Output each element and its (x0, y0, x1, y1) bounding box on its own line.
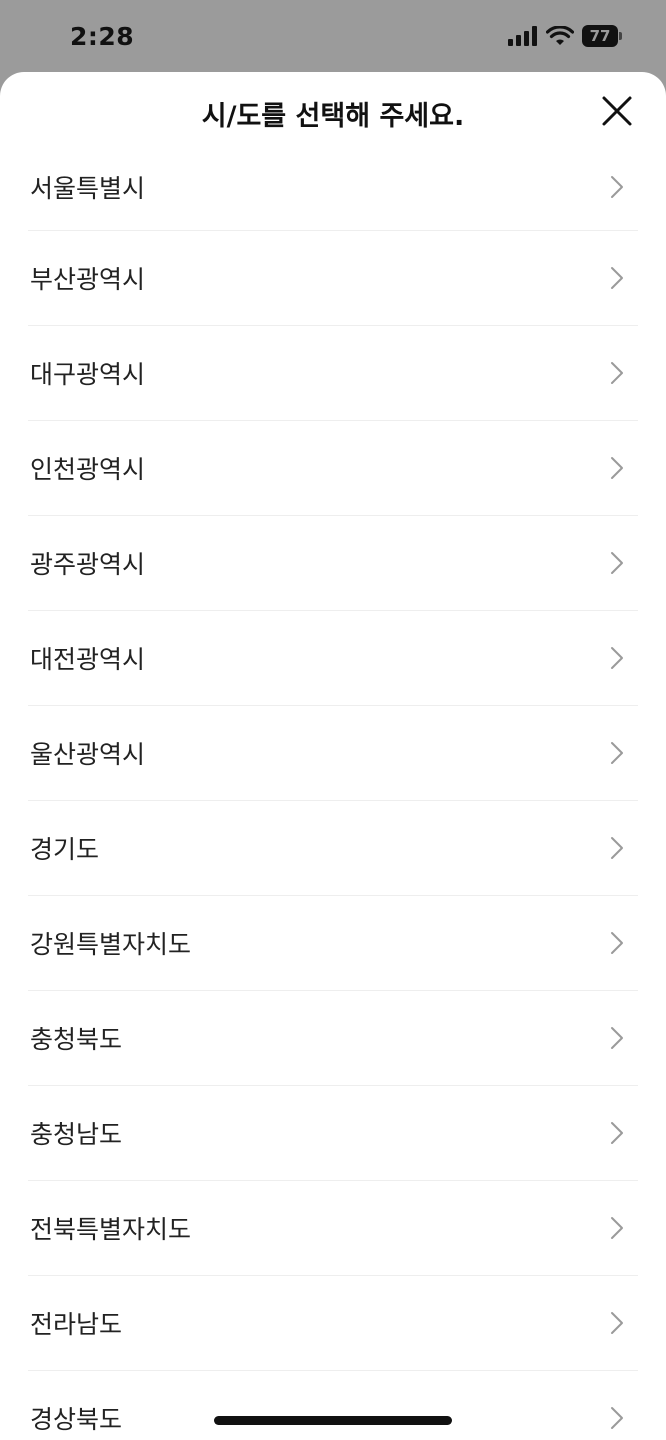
region-label: 경기도 (30, 835, 100, 864)
chevron-right-icon (611, 1407, 623, 1429)
region-item[interactable]: 부산광역시 (28, 231, 638, 326)
battery-cap (619, 32, 622, 40)
status-bar: 2:28 77 (0, 0, 666, 74)
wifi-icon (546, 26, 574, 45)
battery-level: 77 (582, 25, 618, 47)
chevron-right-icon (611, 1312, 623, 1334)
region-item[interactable]: 서울특별시 (28, 144, 638, 231)
region-item[interactable]: 울산광역시 (28, 706, 638, 801)
region-item[interactable]: 충청남도 (28, 1086, 638, 1181)
region-label: 충청남도 (30, 1120, 123, 1149)
region-label: 인천광역시 (30, 455, 146, 484)
region-item[interactable]: 대구광역시 (28, 326, 638, 421)
cellular-signal-icon (508, 26, 537, 46)
region-item[interactable]: 전라남도 (28, 1276, 638, 1371)
sheet-title: 시/도를 선택해 주세요. (201, 101, 465, 132)
chevron-right-icon (611, 647, 623, 669)
region-item[interactable]: 광주광역시 (28, 516, 638, 611)
region-label: 전북특별자치도 (30, 1215, 192, 1244)
region-label: 부산광역시 (30, 265, 146, 294)
region-select-sheet: 시/도를 선택해 주세요. 서울특별시부산광역시대구광역시인천광역시광주광역시대… (0, 72, 666, 1440)
region-label: 경상북도 (30, 1405, 123, 1434)
close-icon (602, 96, 632, 126)
region-label: 광주광역시 (30, 550, 146, 579)
region-item[interactable]: 대전광역시 (28, 611, 638, 706)
chevron-right-icon (611, 552, 623, 574)
home-indicator[interactable] (214, 1416, 452, 1425)
region-item[interactable]: 경상북도 (28, 1371, 638, 1440)
chevron-right-icon (611, 1122, 623, 1144)
chevron-right-icon (611, 362, 623, 384)
region-item[interactable]: 인천광역시 (28, 421, 638, 516)
region-label: 강원특별자치도 (30, 930, 192, 959)
region-label: 울산광역시 (30, 740, 146, 769)
region-item[interactable]: 강원특별자치도 (28, 896, 638, 991)
close-button[interactable] (600, 94, 634, 128)
region-label: 대구광역시 (30, 360, 146, 389)
battery-icon: 77 (582, 25, 622, 47)
region-label: 대전광역시 (30, 645, 146, 674)
region-label: 충청북도 (30, 1025, 123, 1054)
region-label: 전라남도 (30, 1310, 123, 1339)
chevron-right-icon (611, 1027, 623, 1049)
chevron-right-icon (611, 267, 623, 289)
region-label: 서울특별시 (30, 174, 146, 203)
chevron-right-icon (611, 1217, 623, 1239)
chevron-right-icon (611, 837, 623, 859)
chevron-right-icon (611, 457, 623, 479)
region-item[interactable]: 경기도 (28, 801, 638, 896)
sheet-header: 시/도를 선택해 주세요. (0, 72, 666, 152)
region-list: 서울특별시부산광역시대구광역시인천광역시광주광역시대전광역시울산광역시경기도강원… (0, 144, 666, 1440)
status-time: 2:28 (70, 22, 135, 51)
status-icons: 77 (508, 25, 622, 47)
chevron-right-icon (611, 932, 623, 954)
chevron-right-icon (611, 176, 623, 198)
chevron-right-icon (611, 742, 623, 764)
region-item[interactable]: 충청북도 (28, 991, 638, 1086)
region-item[interactable]: 전북특별자치도 (28, 1181, 638, 1276)
